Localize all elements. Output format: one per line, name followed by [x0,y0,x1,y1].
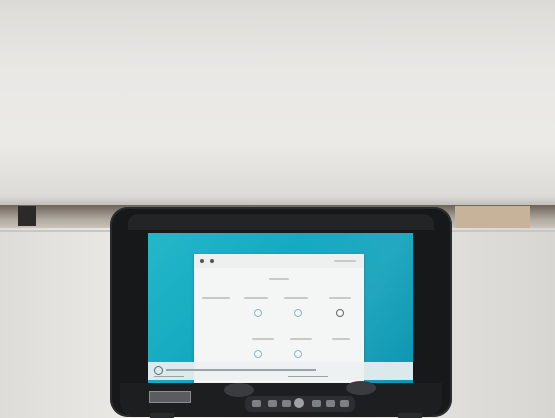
dialog-text-line [244,297,268,299]
control-button[interactable] [312,400,321,407]
control-button[interactable] [252,400,261,407]
option-icon[interactable] [294,350,302,358]
right-knob[interactable] [346,381,376,395]
dark-object-left [18,206,36,226]
dialog-text-line [329,297,351,299]
upper-wall-panel [0,0,555,205]
device-top-bezel [128,214,434,230]
dialog-text-line [290,338,312,340]
taskbar-text-line [288,376,328,377]
left-knob[interactable] [224,383,254,397]
taskbar-bar [166,369,316,371]
center-button[interactable] [294,398,304,408]
wood-object-right [455,206,530,228]
control-button[interactable] [340,400,349,407]
option-icon[interactable] [254,350,262,358]
dialog-text-line [284,297,308,299]
dialog-text-line [252,338,274,340]
photo-scene [0,0,555,418]
dialog-text-line [202,297,230,299]
header-text-line [334,260,356,262]
control-button[interactable] [282,400,291,407]
device-foot-left [150,413,174,418]
control-button[interactable] [268,400,277,407]
control-button[interactable] [326,400,335,407]
device-foot-right [398,413,422,418]
option-icon[interactable] [294,309,302,317]
option-icon[interactable] [254,309,262,317]
refresh-icon[interactable] [336,309,344,317]
header-dot-icon[interactable] [210,259,214,263]
brand-badge [149,391,191,403]
dialog-text-line [332,338,350,340]
dialog-text-line [269,278,289,280]
device-screen[interactable] [148,233,413,383]
dialog-header [194,254,364,268]
screen-taskbar[interactable] [148,362,413,380]
header-dot-icon[interactable] [200,259,204,263]
start-icon[interactable] [154,366,163,375]
taskbar-text-line [154,376,184,377]
